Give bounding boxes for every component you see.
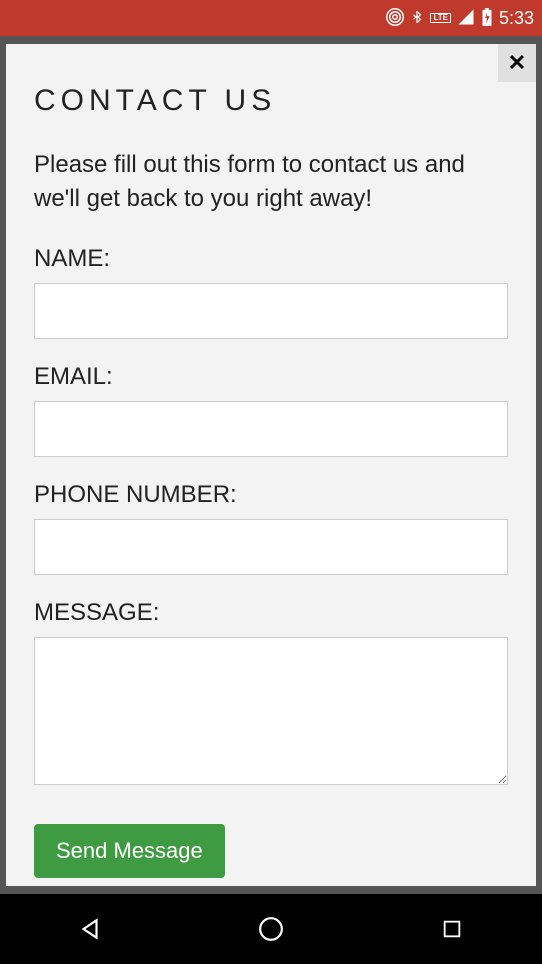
phone-input[interactable] [34, 519, 508, 575]
modal-backdrop: ✕ CONTACT US Please fill out this form t… [0, 36, 542, 894]
cast-icon [386, 8, 404, 29]
nav-bar [0, 894, 542, 964]
recents-button[interactable] [438, 915, 466, 943]
status-time: 5:33 [499, 8, 534, 29]
modal-title: CONTACT US [34, 84, 508, 118]
close-button[interactable]: ✕ [498, 44, 536, 82]
phone-field-group: PHONE NUMBER: [34, 481, 508, 575]
signal-icon [457, 8, 475, 29]
name-field-group: NAME: [34, 245, 508, 339]
close-icon: ✕ [508, 50, 526, 76]
name-input[interactable] [34, 283, 508, 339]
message-input[interactable] [34, 637, 508, 785]
battery-icon [481, 8, 493, 29]
status-icons: LTE 5:33 [386, 8, 534, 29]
bluetooth-icon [410, 8, 424, 29]
email-input[interactable] [34, 401, 508, 457]
lte-badge: LTE [430, 13, 451, 23]
send-message-button[interactable]: Send Message [34, 824, 225, 878]
status-bar: LTE 5:33 [0, 0, 542, 36]
back-button[interactable] [76, 915, 104, 943]
phone-label: PHONE NUMBER: [34, 481, 508, 509]
modal-description: Please fill out this form to contact us … [34, 148, 508, 215]
name-label: NAME: [34, 245, 508, 273]
email-field-group: EMAIL: [34, 363, 508, 457]
message-field-group: MESSAGE: [34, 599, 508, 790]
message-label: MESSAGE: [34, 599, 508, 627]
email-label: EMAIL: [34, 363, 508, 391]
contact-modal: ✕ CONTACT US Please fill out this form t… [6, 44, 536, 886]
home-button[interactable] [257, 915, 285, 943]
